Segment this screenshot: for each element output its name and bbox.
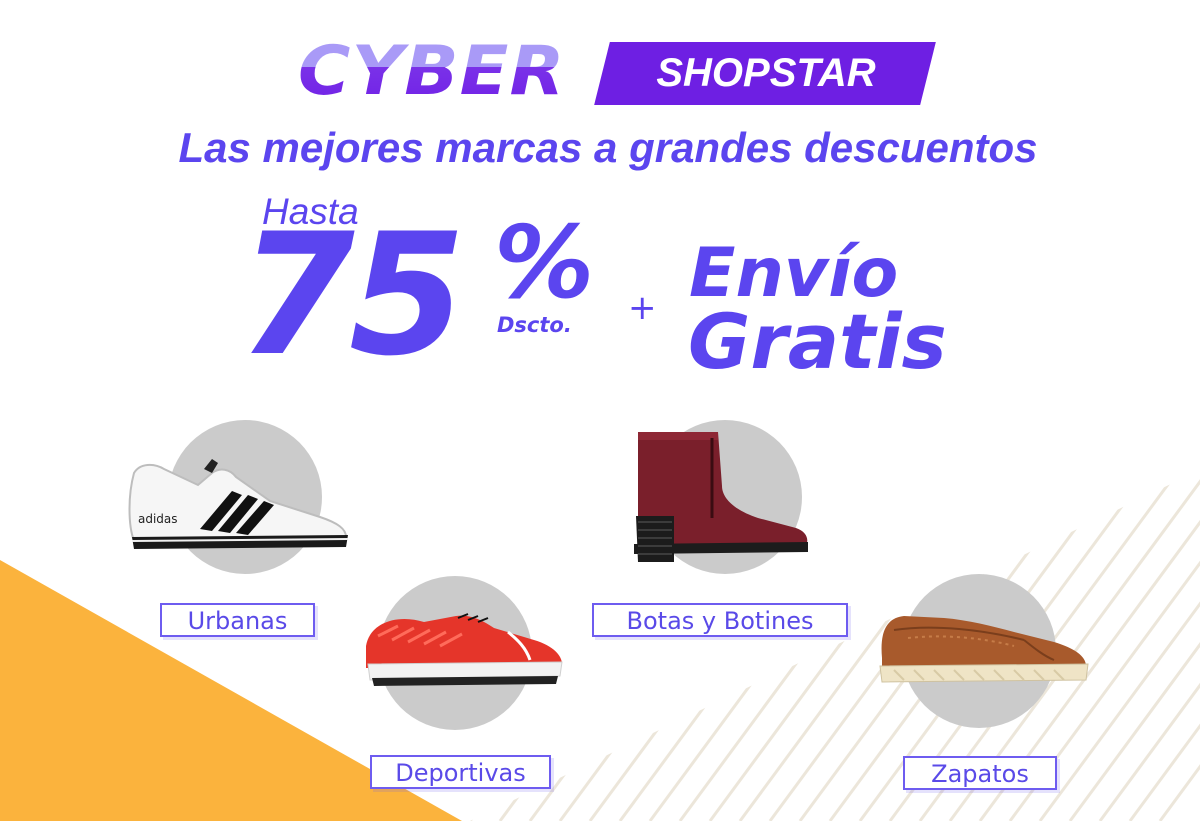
urbanas-product-brand: adidas: [138, 512, 178, 526]
offer-percent-sign: %: [494, 204, 595, 321]
running-shoe-icon[interactable]: [358, 606, 568, 696]
offer-shipping-line2: Gratis: [688, 297, 947, 386]
offer-plus: +: [628, 288, 657, 328]
offer-discount-label: Dscto.: [497, 313, 572, 337]
category-botas-label[interactable]: Botas y Botines: [592, 603, 848, 637]
brand-cyber-logo: CYBER: [298, 32, 566, 111]
ankle-boot-icon[interactable]: [626, 426, 816, 566]
category-zapatos-label[interactable]: Zapatos: [903, 756, 1057, 790]
brand-shopstar-logo: SHOPSTAR: [656, 51, 876, 95]
category-deportivas-label[interactable]: Deportivas: [370, 755, 551, 789]
offer-discount-number: 75: [238, 197, 466, 393]
sneaker-icon[interactable]: adidas: [120, 455, 355, 555]
tagline: Las mejores marcas a grandes descuentos: [178, 124, 1038, 171]
category-urbanas-label[interactable]: Urbanas: [160, 603, 315, 637]
oxford-shoe-icon[interactable]: [874, 608, 1094, 694]
